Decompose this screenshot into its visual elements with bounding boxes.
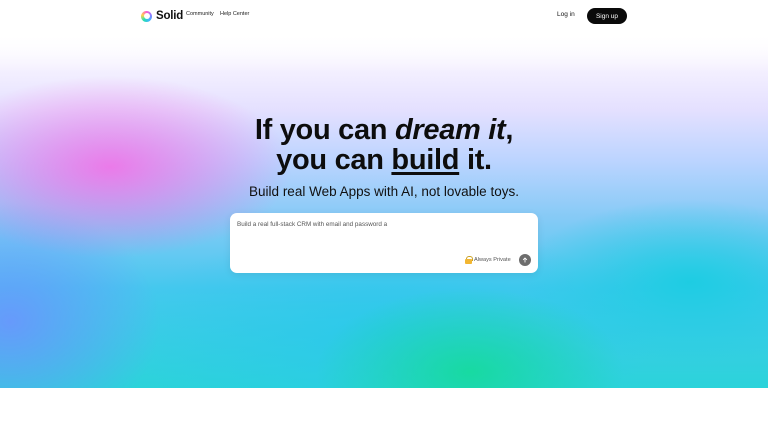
send-button[interactable]: [519, 254, 531, 266]
signup-button[interactable]: Sign up: [587, 8, 627, 24]
headline-dream-it: dream it: [394, 114, 506, 146]
privacy-label: Always Private: [474, 257, 511, 263]
logo[interactable]: Solid: [141, 8, 183, 24]
headline-line-1-comma: ,: [505, 114, 514, 146]
login-link[interactable]: Log in: [557, 11, 575, 18]
headline-line-2: you can build it.: [0, 144, 768, 176]
headline-line-1: If you can dream it,: [0, 114, 768, 146]
headline-build: build: [391, 144, 460, 176]
hero-fade: [0, 32, 768, 72]
headline-line-2-end: it.: [459, 144, 492, 176]
privacy-indicator: Always Private: [465, 256, 511, 264]
nav-community-link[interactable]: Community: [186, 11, 214, 17]
prompt-card: Always Private: [230, 213, 538, 273]
prompt-input[interactable]: [237, 221, 527, 228]
headline-line-2-plain: you can: [276, 144, 392, 176]
headline-line-1-plain: If you can: [254, 114, 395, 146]
arrow-up-icon: [522, 257, 528, 263]
logo-ring-icon: [141, 10, 152, 22]
lock-icon: [465, 256, 473, 264]
site-header: Solid Community Help Center Log in Sign …: [0, 0, 768, 32]
hero-section: If you can dream it, you can build it. B…: [0, 32, 768, 388]
subheadline: Build real Web Apps with AI, not lovable…: [249, 184, 519, 199]
nav-help-center-link[interactable]: Help Center: [220, 11, 249, 17]
logo-text: Solid: [156, 10, 184, 22]
